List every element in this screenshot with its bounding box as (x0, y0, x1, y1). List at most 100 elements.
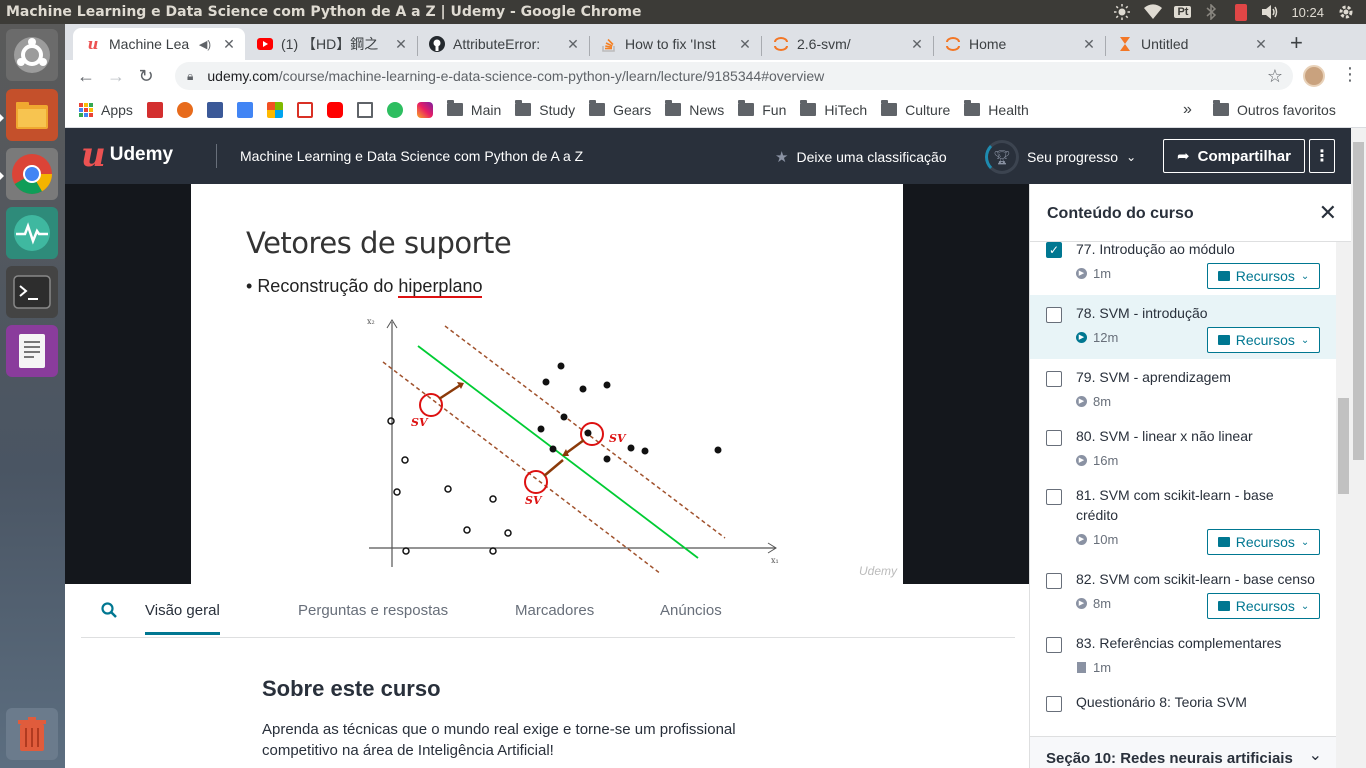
lesson-checkbox[interactable] (1046, 573, 1062, 589)
system-monitor-icon[interactable] (6, 207, 58, 259)
bookmark-evernote-icon[interactable] (386, 101, 403, 118)
tab-announcements[interactable]: Anúncios (660, 602, 722, 619)
tab-close-icon[interactable]: ✕ (565, 36, 581, 53)
bookmark-folder-main[interactable]: Main (446, 100, 501, 118)
bookmark-folder-hitech[interactable]: HiTech (800, 100, 867, 118)
clock[interactable]: 10:24 (1291, 5, 1324, 20)
tab-jupyter-home[interactable]: Home ✕ (933, 28, 1105, 60)
bookmark-gmail-icon[interactable] (296, 101, 313, 118)
brightness-icon[interactable] (1114, 4, 1131, 20)
tab-overview[interactable]: Visão geral (145, 602, 220, 635)
bookmark-r-icon[interactable] (146, 101, 163, 118)
terminal-icon[interactable] (6, 266, 58, 318)
bookmark-folder-health[interactable]: Health (964, 100, 1029, 118)
close-icon[interactable]: ✕ (1319, 200, 1337, 226)
quiz-item[interactable]: Questionário 8: Teoria SVM (1030, 684, 1336, 736)
udemy-logo[interactable]: u Udemy (81, 138, 173, 172)
tab-untitled[interactable]: Untitled ✕ (1105, 28, 1277, 60)
sidebar-scrollbar-thumb[interactable] (1338, 398, 1349, 494)
files-icon[interactable] (6, 89, 58, 141)
bookmark-apps[interactable]: Apps (79, 102, 133, 118)
bookmark-other-favorites[interactable]: Outros favoritos (1213, 100, 1336, 118)
resources-button[interactable]: Recursos ⌄ (1207, 529, 1320, 555)
bookmark-folder-study[interactable]: Study (515, 100, 575, 118)
folder-icon (1217, 271, 1230, 281)
tab-close-icon[interactable]: ✕ (221, 36, 237, 53)
tab-stackoverflow[interactable]: How to fix 'Inst ✕ (589, 28, 761, 60)
tab-youtube[interactable]: (1) 【HD】鋼之 ✕ (245, 28, 417, 60)
tab-udemy[interactable]: u Machine Lea ◀) ✕ (73, 28, 245, 60)
lesson-checkbox[interactable]: ✓ (1046, 242, 1062, 258)
bookmark-folder-gears[interactable]: Gears (589, 100, 651, 118)
lesson-checkbox[interactable] (1046, 430, 1062, 446)
profile-avatar[interactable] (1303, 65, 1325, 87)
bookmark-folder-fun[interactable]: Fun (738, 100, 786, 118)
ubuntu-dash-icon[interactable] (6, 29, 58, 81)
text-editor-icon[interactable] (6, 325, 58, 377)
lesson-item-current[interactable]: 78. SVM - introdução ▶ 12m Recursos ⌄ (1030, 295, 1336, 359)
bookmark-translate-icon[interactable] (236, 101, 253, 118)
resources-button[interactable]: Recursos ⌄ (1207, 327, 1320, 353)
sidebar-scrollbar[interactable] (1336, 242, 1351, 768)
lesson-item[interactable]: ✓ 77. Introdução ao módulo ▶ 1m Recursos ⌄ (1030, 242, 1336, 295)
lesson-checkbox[interactable] (1046, 307, 1062, 323)
resources-button[interactable]: Recursos ⌄ (1207, 593, 1320, 619)
lesson-item[interactable]: 82. SVM com scikit-learn - base censo ▶ 8… (1030, 561, 1336, 625)
progress-dropdown[interactable]: 🏆︎ Seu progresso ⌄ (985, 140, 1136, 174)
video-player[interactable]: Vetores de suporte • Reconstrução do hip… (65, 184, 1029, 584)
bookmark-star-icon[interactable]: ☆ (1267, 66, 1283, 87)
bookmark-microsoft-icon[interactable] (266, 101, 283, 118)
bookmark-facebook-icon[interactable] (206, 101, 223, 118)
bookmark-firefox-icon[interactable] (176, 101, 193, 118)
address-bar[interactable]: 🔒︎ udemy.com/course/machine-learning-e-d… (175, 62, 1293, 90)
bookmark-reader-icon[interactable] (356, 101, 373, 118)
share-button[interactable]: ➦ Compartilhar (1163, 139, 1305, 173)
power-gear-icon[interactable] (1338, 4, 1354, 20)
bookmark-instagram-icon[interactable] (416, 101, 433, 118)
tab-close-icon[interactable]: ✕ (393, 36, 409, 53)
trash-icon[interactable] (6, 708, 58, 760)
new-tab-button[interactable]: + (1290, 30, 1303, 56)
page-scrollbar[interactable] (1351, 128, 1366, 768)
bookmark-youtube-icon[interactable] (326, 101, 343, 118)
lesson-checkbox[interactable] (1046, 371, 1062, 387)
volume-icon[interactable] (1261, 4, 1278, 20)
page-scrollbar-thumb[interactable] (1353, 142, 1364, 460)
lesson-checkbox[interactable] (1046, 696, 1062, 712)
tab-bookmarks[interactable]: Marcadores (515, 602, 594, 619)
section-header[interactable]: Seção 10: Redes neurais artificiais ⌄ (1030, 736, 1336, 768)
chrome-menu-icon[interactable]: ⋮ (1341, 64, 1359, 85)
bookmark-folder-culture[interactable]: Culture (881, 100, 950, 118)
course-title[interactable]: Machine Learning e Data Science com Pyth… (240, 148, 583, 164)
lesson-checkbox[interactable] (1046, 489, 1062, 505)
bookmarks-overflow-button[interactable]: » (1183, 101, 1192, 119)
bookmark-folder-news[interactable]: News (665, 100, 724, 118)
back-button[interactable]: ← (71, 66, 101, 87)
lesson-checkbox[interactable] (1046, 637, 1062, 653)
tab-close-icon[interactable]: ✕ (909, 36, 925, 53)
rate-course-link[interactable]: ★ Deixe uma classificação (775, 148, 947, 166)
search-icon[interactable] (101, 602, 117, 623)
chrome-icon[interactable] (6, 148, 58, 200)
reload-button[interactable]: ↻ (131, 66, 161, 87)
keyboard-layout-indicator[interactable]: Pt (1174, 6, 1192, 18)
more-options-button[interactable]: ⋮ (1309, 139, 1335, 173)
lesson-item[interactable]: 83. Referências complementares 1m (1030, 625, 1336, 684)
lesson-item[interactable]: 81. SVM com scikit-learn - base crédito … (1030, 477, 1336, 561)
filled-data-point (579, 385, 587, 393)
lesson-item[interactable]: 79. SVM - aprendizagem ▶ 8m (1030, 359, 1336, 418)
battery-icon[interactable] (1235, 3, 1248, 21)
resources-button[interactable]: Recursos ⌄ (1207, 263, 1320, 289)
tab-close-icon[interactable]: ✕ (1253, 36, 1269, 53)
lock-icon[interactable]: 🔒︎ (187, 69, 193, 84)
tab-questions-answers[interactable]: Perguntas e respostas (298, 602, 448, 619)
audio-playing-icon[interactable]: ◀) (199, 38, 211, 51)
tab-close-icon[interactable]: ✕ (737, 36, 753, 53)
lesson-item[interactable]: 80. SVM - linear x não linear ▶ 16m (1030, 418, 1336, 477)
tab-github[interactable]: AttributeError: ✕ (417, 28, 589, 60)
wifi-icon[interactable] (1144, 4, 1163, 20)
bluetooth-icon[interactable] (1205, 3, 1221, 21)
tab-jupyter-svm[interactable]: 2.6-svm/ ✕ (761, 28, 933, 60)
tab-close-icon[interactable]: ✕ (1081, 36, 1097, 53)
forward-button[interactable]: → (101, 66, 131, 87)
